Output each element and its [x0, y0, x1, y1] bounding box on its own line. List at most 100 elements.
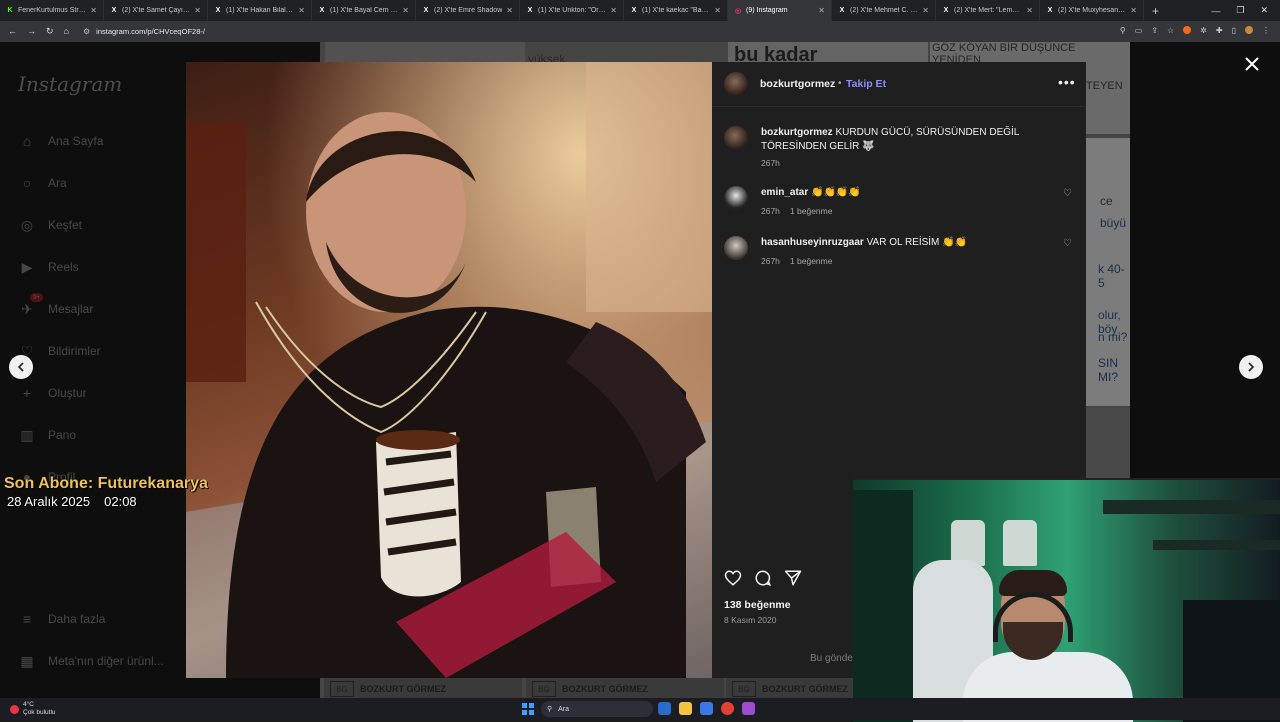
- kick-icon: K: [7, 7, 13, 14]
- extensions-puzzle-icon[interactable]: ✚: [1216, 26, 1223, 35]
- sidepanel-icon[interactable]: ▯: [1232, 26, 1236, 35]
- stream-time: 02:08: [104, 494, 137, 509]
- restore-icon[interactable]: ❐: [1236, 5, 1244, 16]
- wall-jersey-2: [1003, 520, 1037, 566]
- comment-time[interactable]: 267h: [761, 256, 780, 266]
- x-icon: X: [111, 7, 117, 14]
- bookmark-star-icon[interactable]: ☆: [1167, 26, 1174, 35]
- previous-post-arrow-icon[interactable]: [9, 355, 33, 379]
- comment-bubble-icon[interactable]: [754, 569, 772, 587]
- comment-like-heart-icon[interactable]: ♡: [1063, 238, 1072, 249]
- instagram-icon: ◎: [734, 7, 742, 15]
- browser-tab[interactable]: K FenerKurtulmus Stream ✕: [0, 0, 104, 21]
- post-image-illustration: [186, 62, 712, 678]
- browser-menu-icon[interactable]: ⋮: [1262, 26, 1270, 35]
- file-explorer-icon[interactable]: [679, 702, 692, 715]
- share-icon[interactable]: ⇪: [1151, 26, 1158, 35]
- caption-time[interactable]: 267h: [761, 158, 780, 168]
- tab-close-icon[interactable]: ✕: [1130, 6, 1137, 15]
- author-avatar[interactable]: [724, 72, 748, 96]
- follow-button[interactable]: Takip Et: [846, 78, 886, 90]
- caption-avatar[interactable]: [724, 126, 748, 150]
- comment-likes[interactable]: 1 beğenme: [790, 256, 833, 266]
- start-button-icon[interactable]: [522, 703, 534, 715]
- post-photo[interactable]: [186, 62, 712, 678]
- comment-like-heart-icon[interactable]: ♡: [1063, 188, 1072, 199]
- tab-close-icon[interactable]: ✕: [506, 6, 513, 15]
- browser-tab[interactable]: X (2) X'te Samet Çayır: "@ferd ✕: [104, 0, 208, 21]
- browser-tab[interactable]: X (1) X'te Hakan Bilal Kutlu ✕: [208, 0, 312, 21]
- add-comment-input[interactable]: Bu gönde: [810, 653, 853, 664]
- tab-close-icon[interactable]: ✕: [922, 6, 929, 15]
- comment-text: emin_atar 👏👏👏👏: [761, 186, 1051, 200]
- next-post-arrow-icon[interactable]: [1239, 355, 1263, 379]
- cast-icon[interactable]: ▭: [1135, 26, 1143, 35]
- browser-tab[interactable]: ◎ (9) Instagram ✕: [728, 0, 832, 21]
- profile-avatar-icon[interactable]: [1245, 26, 1253, 34]
- x-icon: X: [631, 7, 637, 14]
- comment-meta: 267h 1 beğenme: [761, 206, 832, 216]
- like-heart-icon[interactable]: [724, 569, 742, 587]
- extension-gear-icon[interactable]: ✲: [1200, 26, 1207, 35]
- minimize-icon[interactable]: —: [1211, 6, 1220, 16]
- address-bar: ← → ↻ ⌂ ⚙ instagram.com/p/CHVceqOF28-/ ⚲…: [0, 21, 1280, 42]
- x-icon: X: [319, 7, 325, 14]
- tab-label: (1) X'te kaekac "Başkan Sa: [642, 7, 710, 14]
- share-paper-plane-icon[interactable]: [784, 569, 802, 587]
- commenter-avatar[interactable]: [724, 186, 748, 210]
- task-view-icon[interactable]: [658, 702, 671, 715]
- search-icon: ⚲: [547, 706, 553, 713]
- windows-taskbar: 4°C Çok bulutlu ⚲ Ara: [0, 698, 1280, 720]
- browser-tab[interactable]: X (1) X'te kaekac "Başkan Sa ✕: [624, 0, 728, 21]
- tab-close-icon[interactable]: ✕: [610, 6, 617, 15]
- post-date: 8 Kasım 2020: [724, 615, 777, 625]
- reload-icon[interactable]: ↻: [46, 26, 54, 37]
- home-browser-icon[interactable]: ⌂: [64, 26, 69, 37]
- store-icon[interactable]: [700, 702, 713, 715]
- tab-close-icon[interactable]: ✕: [818, 6, 825, 15]
- url-field[interactable]: ⚙ instagram.com/p/CHVceqOF28-/: [83, 27, 205, 36]
- comment-likes[interactable]: 1 beğenme: [790, 206, 833, 216]
- close-window-icon[interactable]: ✕: [1260, 5, 1268, 16]
- tab-label: (2) X'te Mert: "Lemedi abi: [954, 7, 1022, 14]
- site-info-icon[interactable]: ⚙: [83, 27, 90, 36]
- tab-close-icon[interactable]: ✕: [194, 6, 201, 15]
- stream-date: 28 Aralık 2025: [7, 494, 91, 509]
- zoom-icon[interactable]: ⚲: [1120, 26, 1126, 35]
- tab-close-icon[interactable]: ✕: [1026, 6, 1033, 15]
- tab-close-icon[interactable]: ✕: [402, 6, 409, 15]
- tab-close-icon[interactable]: ✕: [90, 6, 97, 15]
- comment-username[interactable]: emin_atar: [761, 187, 808, 198]
- tab-label: FenerKurtulmus Stream: [18, 7, 87, 14]
- taskbar-search[interactable]: ⚲ Ara: [541, 701, 653, 717]
- browser-tab[interactable]: X (2) X'te Mehmet C. K: "Ke ✕: [832, 0, 936, 21]
- browser-tab-bar: K FenerKurtulmus Stream ✕ X (2) X'te Samet Ç…: [0, 0, 1280, 21]
- browser-tab[interactable]: X (2) X'te Muxyhesan "-& Ha ✕: [1040, 0, 1144, 21]
- tab-close-icon[interactable]: ✕: [298, 6, 305, 15]
- comment-username[interactable]: hasanhuseyinruzgaar: [761, 237, 864, 248]
- new-tab-button[interactable]: +: [1144, 4, 1167, 18]
- browser-tab[interactable]: X (2) X'te Mert: "Lemedi abi ✕: [936, 0, 1040, 21]
- comment-content: VAR OL REİSİM 👏👏: [866, 237, 968, 248]
- weather-widget[interactable]: 4°C Çok bulutlu: [10, 701, 56, 717]
- back-icon[interactable]: ←: [8, 26, 17, 37]
- chrome-icon[interactable]: [721, 702, 734, 715]
- caption-username[interactable]: bozkurtgormez: [761, 127, 833, 138]
- comment-time[interactable]: 267h: [761, 206, 780, 216]
- likes-count[interactable]: 138 beğenme: [724, 599, 791, 611]
- comment-content: 👏👏👏👏: [811, 187, 861, 198]
- close-modal-icon[interactable]: [1243, 55, 1261, 73]
- browser-tab[interactable]: X (1) X'te Bayal Cem Özbek ✕: [312, 0, 416, 21]
- forward-icon[interactable]: →: [27, 26, 36, 37]
- browser-tab[interactable]: X (1) X'te Ünkton: "Örnek ü✕: [520, 0, 624, 21]
- extension-orange-icon[interactable]: [1183, 26, 1192, 34]
- app-icon[interactable]: [742, 702, 755, 715]
- url-text[interactable]: instagram.com/p/CHVceqOF28-/: [96, 27, 205, 36]
- tab-close-icon[interactable]: ✕: [714, 6, 721, 15]
- author-username[interactable]: bozkurtgormez: [760, 78, 835, 90]
- weather-icon: [10, 704, 19, 714]
- more-options-icon[interactable]: •••: [1058, 74, 1076, 90]
- browser-tab[interactable]: X (2) X'te Emre Shadow ✕: [416, 0, 520, 21]
- commenter-avatar[interactable]: [724, 236, 748, 260]
- window-controls: — ❐ ✕: [1211, 0, 1280, 21]
